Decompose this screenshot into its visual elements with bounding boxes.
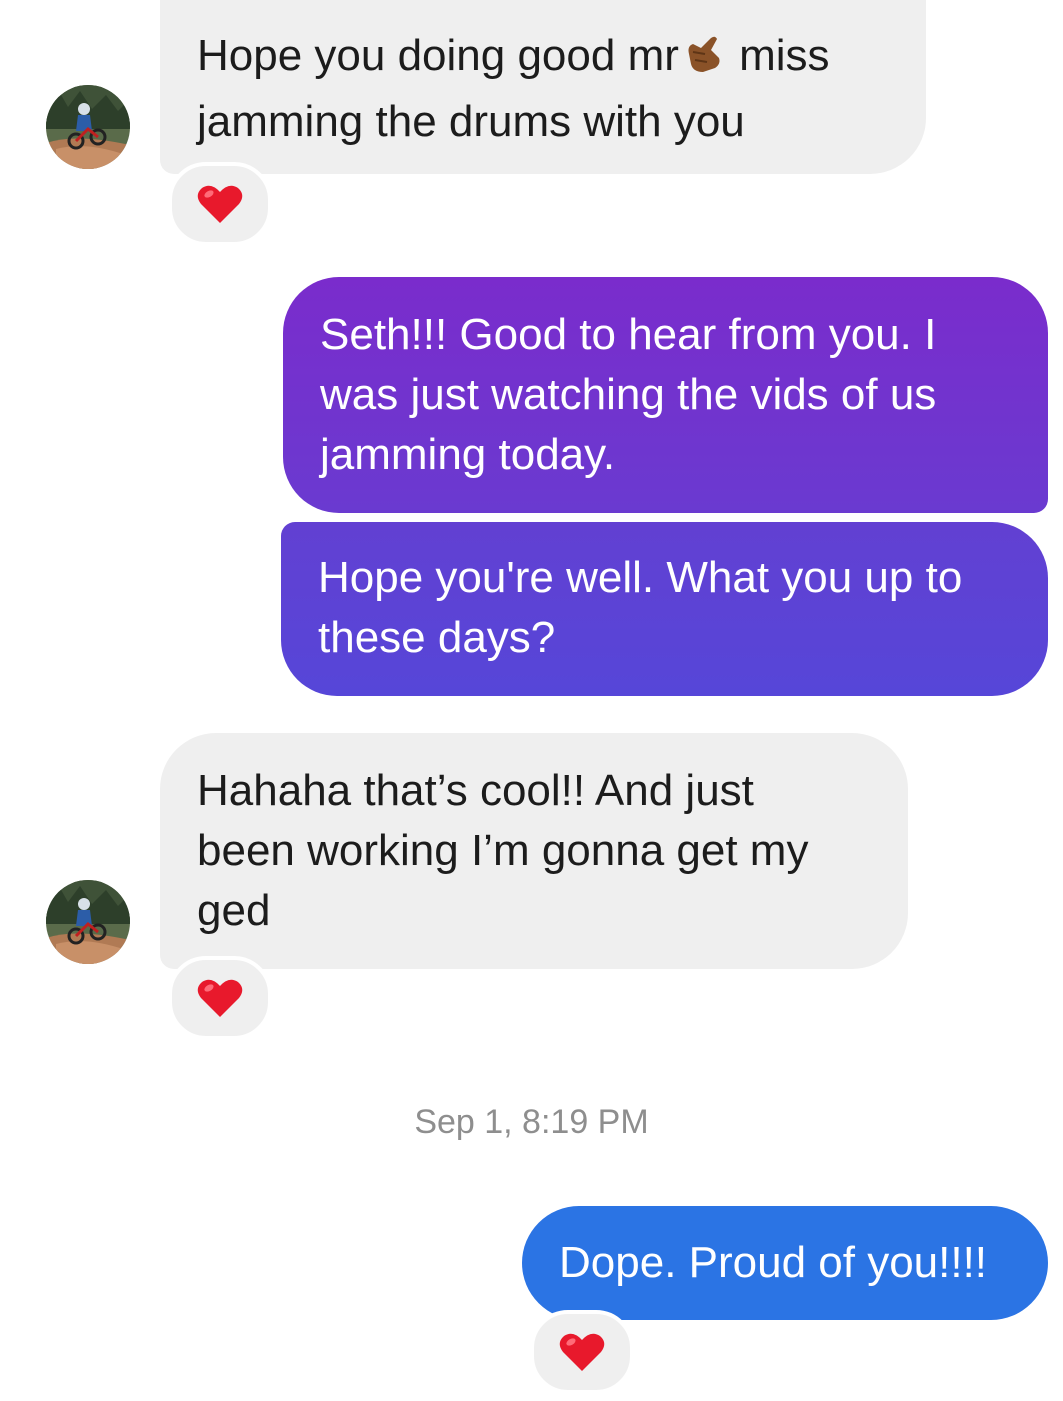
heart-icon — [197, 185, 243, 223]
outgoing-message-bubble[interactable]: Dope. Proud of you!!!! — [522, 1206, 1048, 1320]
motocross-photo-icon — [46, 85, 130, 169]
call-me-hand-icon — [683, 32, 723, 92]
message-text: Hope you doing good mr — [197, 31, 679, 80]
contact-avatar[interactable] — [46, 880, 130, 964]
heart-reaction[interactable] — [168, 956, 272, 1040]
heart-reaction[interactable] — [530, 1310, 634, 1394]
heart-icon — [559, 1333, 605, 1371]
message-timestamp: Sep 1, 8:19 PM — [414, 1103, 649, 1141]
outgoing-message-bubble[interactable]: Seth!!! Good to hear from you. I was jus… — [283, 277, 1048, 513]
heart-reaction[interactable] — [168, 162, 272, 246]
contact-avatar[interactable] — [46, 85, 130, 169]
incoming-message-bubble[interactable]: Hope you doing good mr miss jamming the … — [160, 0, 926, 174]
motocross-photo-icon — [46, 880, 130, 964]
outgoing-message-bubble[interactable]: Hope you're well. What you up to these d… — [281, 522, 1048, 696]
incoming-message-bubble[interactable]: Hahaha that’s cool!! And just been worki… — [160, 733, 908, 969]
heart-icon — [197, 979, 243, 1017]
